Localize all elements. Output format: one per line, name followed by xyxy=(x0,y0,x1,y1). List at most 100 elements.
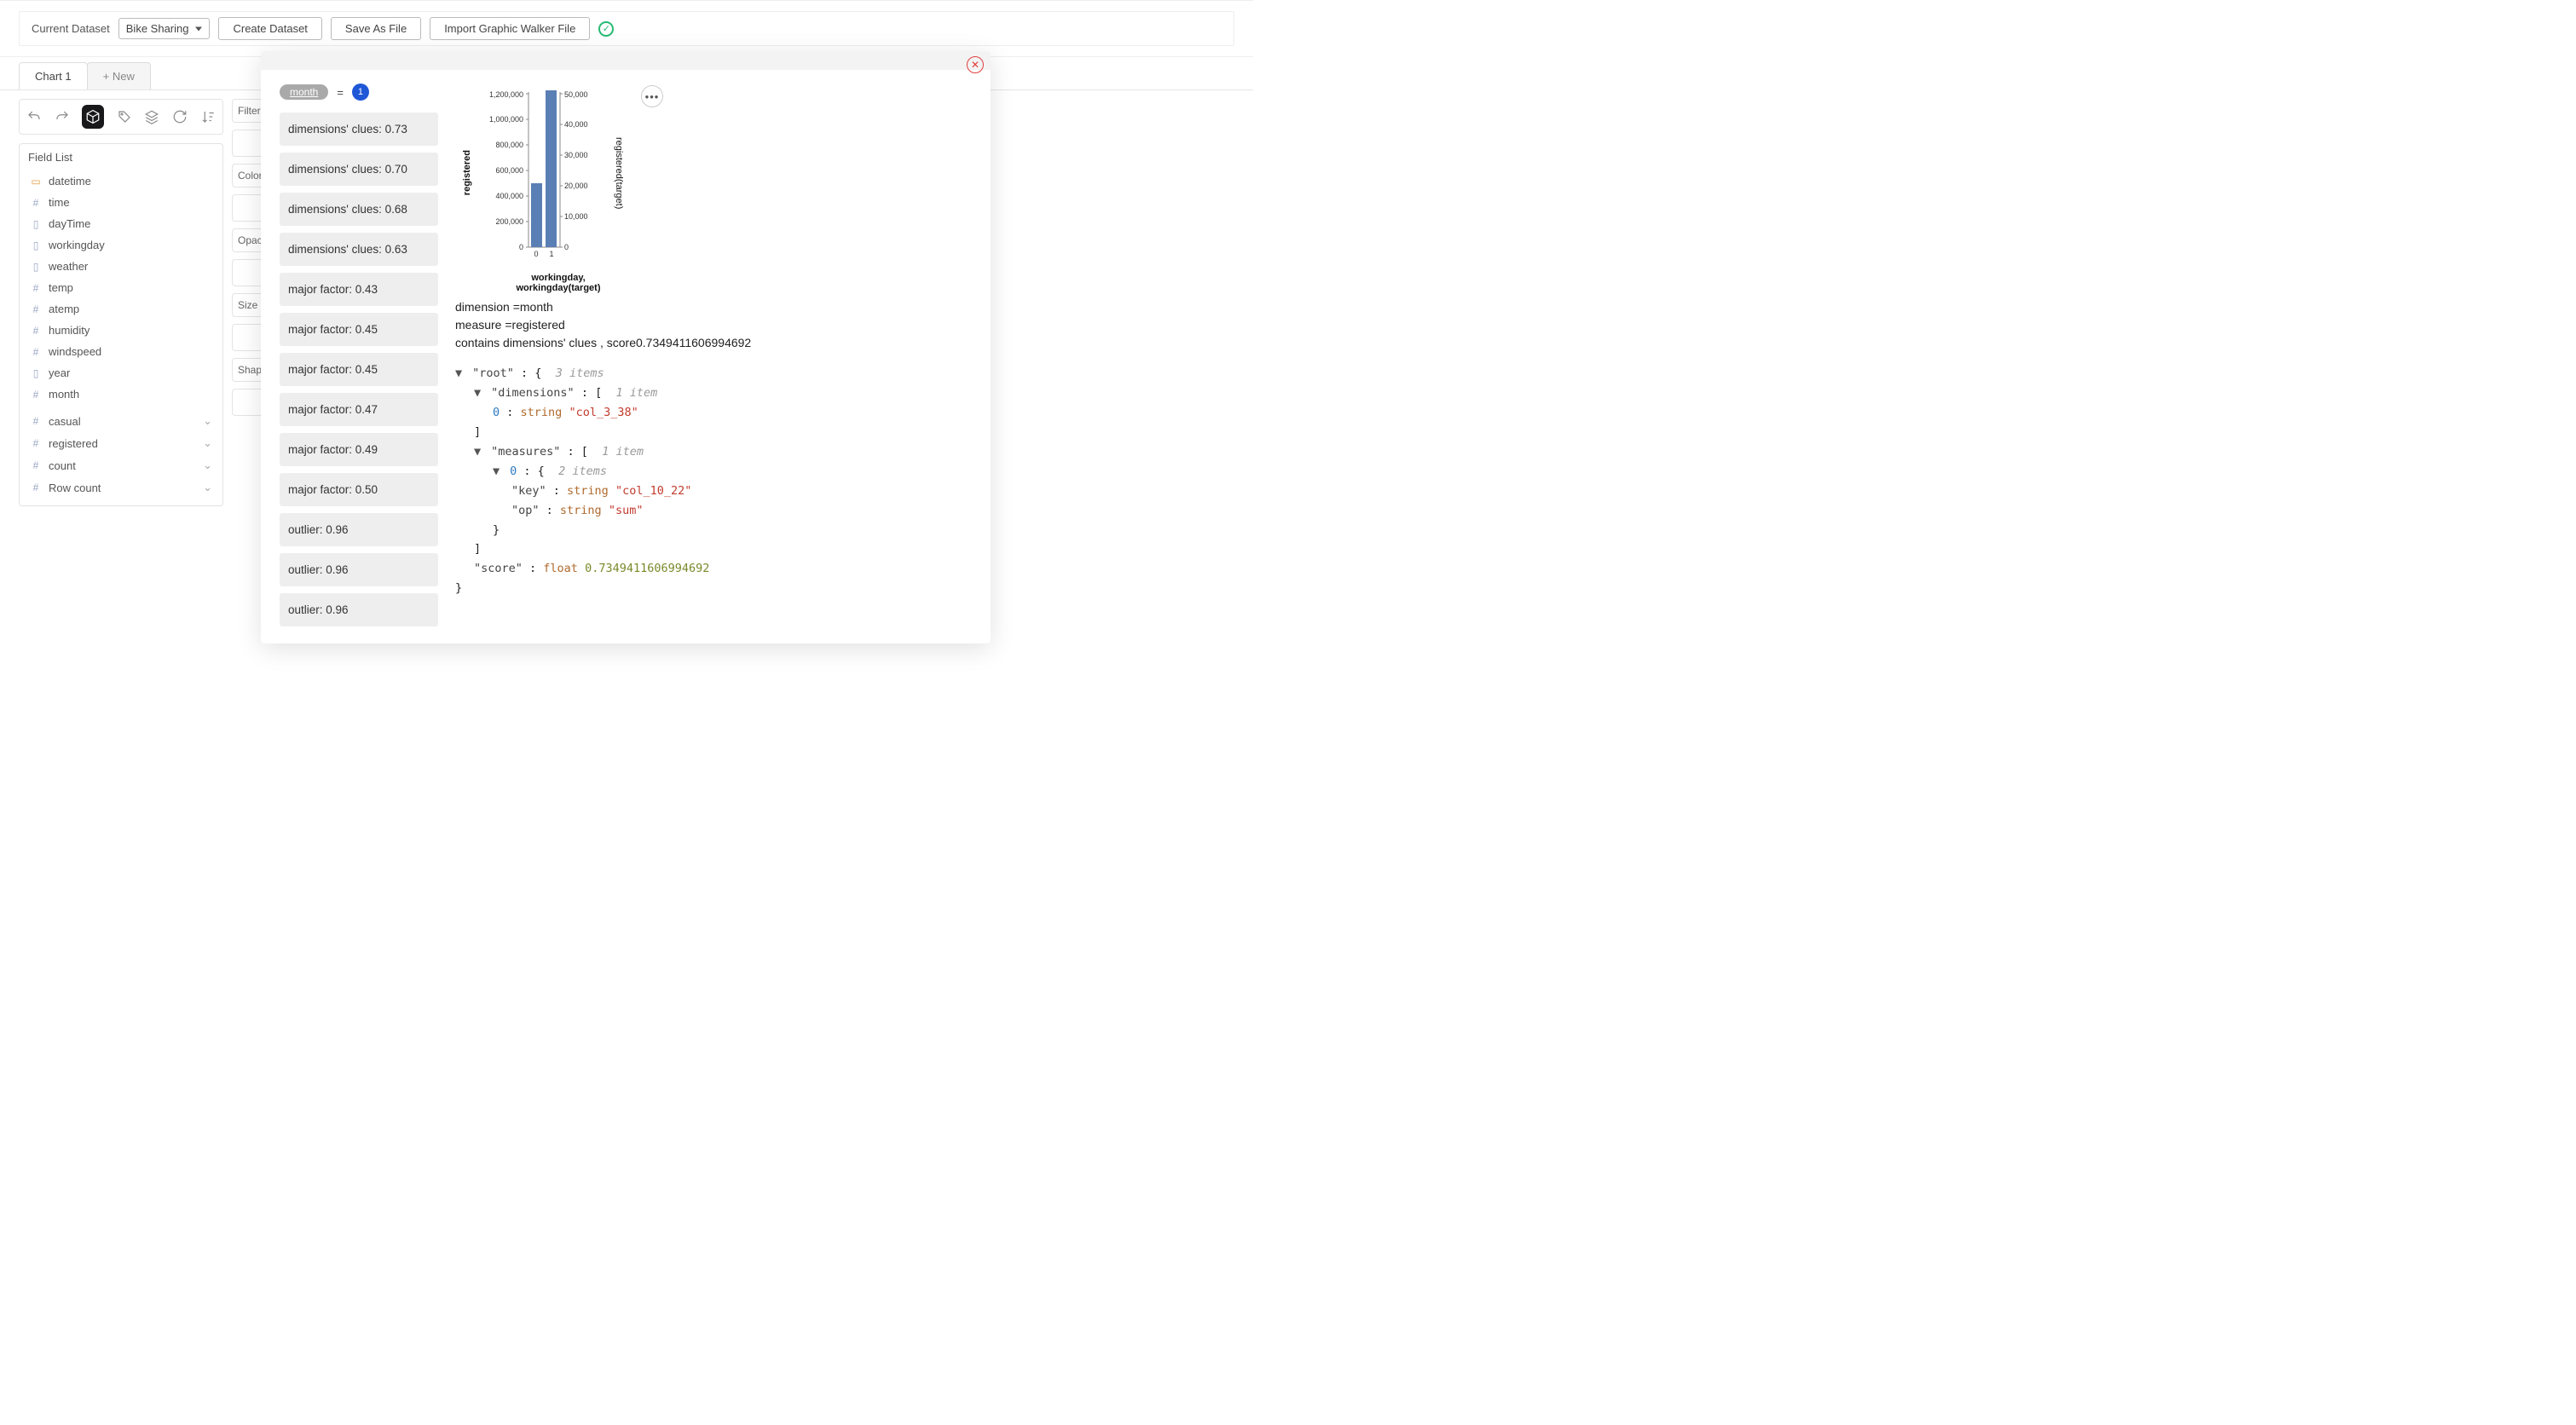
tab-new[interactable]: + New xyxy=(87,62,151,89)
clue-item[interactable]: major factor: 0.49 xyxy=(280,433,438,466)
doc-icon: ▯ xyxy=(30,218,42,230)
toolbar xyxy=(19,99,223,135)
hash-icon: # xyxy=(30,389,42,401)
meta-score: contains dimensions' clues , score0.7349… xyxy=(455,334,972,352)
clue-item[interactable]: outlier: 0.96 xyxy=(280,593,438,626)
hash-icon: # xyxy=(30,482,42,493)
svg-text:50,000: 50,000 xyxy=(564,90,588,99)
field-registered[interactable]: #registered⌄ xyxy=(28,432,214,454)
svg-text:1,000,000: 1,000,000 xyxy=(489,115,523,124)
more-icon[interactable]: ••• xyxy=(641,85,663,107)
save-as-file-button[interactable]: Save As File xyxy=(331,17,421,40)
field-humidity[interactable]: #humidity xyxy=(28,320,214,341)
chevron-down-icon: ⌄ xyxy=(203,481,212,494)
chevron-down-icon: ⌄ xyxy=(203,436,212,450)
close-icon[interactable]: ✕ xyxy=(967,56,984,73)
clue-list: dimensions' clues: 0.73 dimensions' clue… xyxy=(280,112,438,626)
svg-text:0: 0 xyxy=(519,243,523,251)
bar-0 xyxy=(531,183,542,247)
chevron-down-icon: ⌄ xyxy=(203,459,212,472)
cube-icon[interactable] xyxy=(82,105,104,129)
svg-text:600,000: 600,000 xyxy=(495,166,523,175)
create-dataset-button[interactable]: Create Dataset xyxy=(218,17,321,40)
field-atemp[interactable]: #atemp xyxy=(28,298,214,320)
chart-wrap: registered 0 200,000 400,000 600,000 800… xyxy=(462,84,972,262)
modal-bar xyxy=(261,51,991,70)
insight-modal: ✕ month = 1 dimensions' clues: 0.73 dime… xyxy=(261,51,991,643)
clue-item[interactable]: dimensions' clues: 0.63 xyxy=(280,233,438,266)
svg-text:1: 1 xyxy=(549,250,553,258)
status-ok-icon: ✓ xyxy=(598,21,614,37)
chip-value: 1 xyxy=(352,84,369,101)
clue-item[interactable]: dimensions' clues: 0.70 xyxy=(280,153,438,186)
meta-measure: measure =registered xyxy=(455,316,972,334)
modal-right: registered 0 200,000 400,000 600,000 800… xyxy=(455,84,972,626)
doc-icon: ▯ xyxy=(30,261,42,273)
svg-text:200,000: 200,000 xyxy=(495,217,523,226)
field-casual[interactable]: #casual⌄ xyxy=(28,410,214,432)
hash-icon: # xyxy=(30,415,42,427)
clue-item[interactable]: dimensions' clues: 0.73 xyxy=(280,112,438,146)
svg-text:0: 0 xyxy=(534,250,538,258)
dataset-selected: Bike Sharing xyxy=(126,22,189,35)
y-axis-label: registered xyxy=(462,150,472,195)
field-list-title: Field List xyxy=(28,151,214,164)
equals-sign: = xyxy=(337,86,344,99)
y2-axis-label: registered(target) xyxy=(614,137,624,209)
doc-icon: ▯ xyxy=(30,239,42,251)
clue-item[interactable]: outlier: 0.96 xyxy=(280,513,438,546)
hash-icon: # xyxy=(30,282,42,294)
field-rowcount[interactable]: #Row count⌄ xyxy=(28,476,214,499)
hash-icon: # xyxy=(30,197,42,209)
hash-icon: # xyxy=(30,325,42,337)
field-daytime[interactable]: ▯dayTime xyxy=(28,213,214,234)
modal-left: month = 1 dimensions' clues: 0.73 dimens… xyxy=(280,84,438,626)
field-weather[interactable]: ▯weather xyxy=(28,256,214,277)
left-column: Field List ▭datetime #time ▯dayTime ▯wor… xyxy=(19,99,223,506)
undo-icon[interactable] xyxy=(26,108,43,125)
clue-item[interactable]: major factor: 0.43 xyxy=(280,273,438,306)
svg-text:0: 0 xyxy=(564,243,569,251)
field-temp[interactable]: #temp xyxy=(28,277,214,298)
bar-1 xyxy=(546,90,557,247)
field-year[interactable]: ▯year xyxy=(28,362,214,384)
svg-text:400,000: 400,000 xyxy=(495,192,523,200)
bar-chart: 0 200,000 400,000 600,000 800,000 1,000,… xyxy=(479,84,607,262)
clue-item[interactable]: major factor: 0.45 xyxy=(280,353,438,386)
clue-item[interactable]: dimensions' clues: 0.68 xyxy=(280,193,438,226)
field-datetime[interactable]: ▭datetime xyxy=(28,170,214,192)
svg-text:10,000: 10,000 xyxy=(564,212,588,221)
meta-block: dimension =month measure =registered con… xyxy=(455,298,972,352)
svg-text:800,000: 800,000 xyxy=(495,141,523,149)
field-time[interactable]: #time xyxy=(28,192,214,213)
field-windspeed[interactable]: #windspeed xyxy=(28,341,214,362)
svg-text:40,000: 40,000 xyxy=(564,120,588,129)
clue-item[interactable]: outlier: 0.96 xyxy=(280,553,438,586)
calendar-icon: ▭ xyxy=(30,176,42,188)
svg-text:30,000: 30,000 xyxy=(564,151,588,159)
redo-icon[interactable] xyxy=(55,108,71,125)
month-chip[interactable]: month xyxy=(280,84,328,100)
field-month[interactable]: #month xyxy=(28,384,214,405)
tab-chart1[interactable]: Chart 1 xyxy=(19,62,88,89)
clue-item[interactable]: major factor: 0.47 xyxy=(280,393,438,426)
hash-icon: # xyxy=(30,437,42,449)
field-workingday[interactable]: ▯workingday xyxy=(28,234,214,256)
x-axis-label: workingday, workingday(target) xyxy=(494,273,622,293)
layers-icon[interactable] xyxy=(144,108,160,125)
meta-dimension: dimension =month xyxy=(455,298,972,316)
clue-item[interactable]: major factor: 0.45 xyxy=(280,313,438,346)
field-count[interactable]: #count⌄ xyxy=(28,454,214,476)
dataset-select[interactable]: Bike Sharing xyxy=(118,18,211,39)
chip-line: month = 1 xyxy=(280,84,438,101)
refresh-icon[interactable] xyxy=(172,108,188,125)
json-tree: ▼ "root" : { 3 items ▼ "dimensions" : [ … xyxy=(455,364,972,598)
field-list-panel: Field List ▭datetime #time ▯dayTime ▯wor… xyxy=(19,143,223,506)
sort-icon[interactable] xyxy=(199,108,216,125)
app-root: Current Dataset Bike Sharing Create Data… xyxy=(0,0,1253,694)
doc-icon: ▯ xyxy=(30,367,42,379)
clue-item[interactable]: major factor: 0.50 xyxy=(280,473,438,506)
tag-icon[interactable] xyxy=(116,108,132,125)
hash-icon: # xyxy=(30,346,42,358)
import-gw-button[interactable]: Import Graphic Walker File xyxy=(430,17,590,40)
